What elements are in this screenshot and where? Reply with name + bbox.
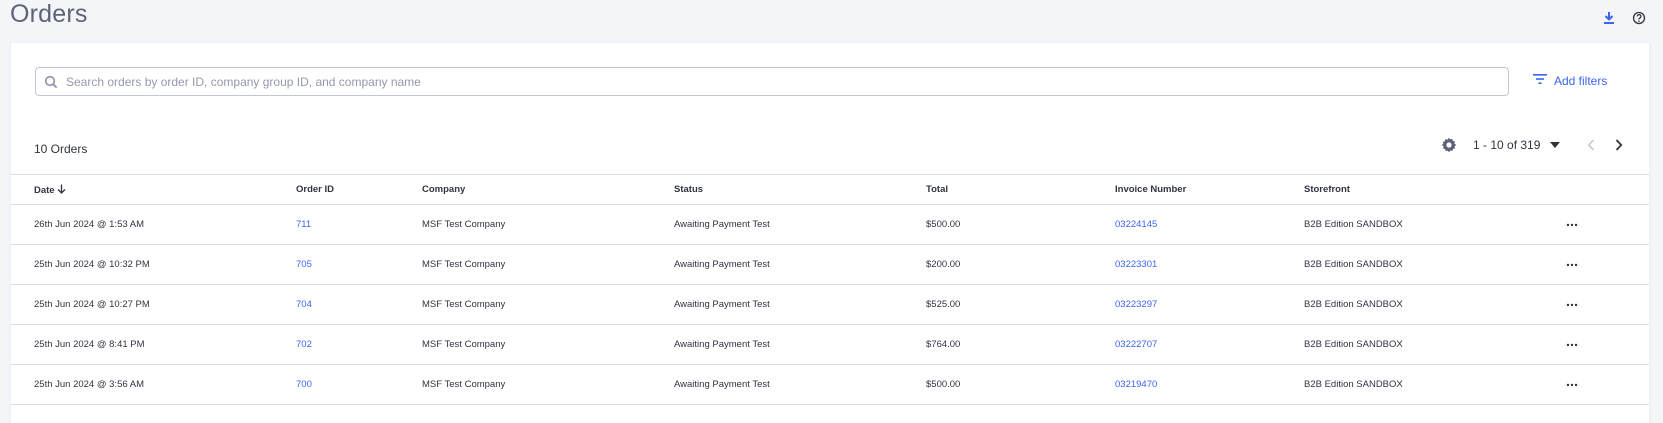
- storefront-name: B2B Edition SANDBOX: [1304, 339, 1403, 350]
- company-name: MSF Test Company: [422, 379, 506, 390]
- storefront-name: B2B Edition SANDBOX: [1304, 299, 1403, 310]
- next-page-icon[interactable]: [1612, 139, 1626, 151]
- pagination: 1 - 10 of 319: [1439, 135, 1626, 155]
- order-id-link[interactable]: 705: [296, 259, 312, 270]
- order-status: Awaiting Payment Test: [674, 219, 770, 230]
- order-status: Awaiting Payment Test: [674, 339, 770, 350]
- column-header-invoice[interactable]: Invoice Number: [1115, 184, 1186, 195]
- order-id-link[interactable]: 702: [296, 339, 312, 350]
- order-status: Awaiting Payment Test: [674, 299, 770, 310]
- table-row: 25th Jun 2024 @ 3:56 AM 700 MSF Test Com…: [11, 365, 1649, 405]
- order-total: $500.00: [926, 379, 961, 390]
- order-id-link[interactable]: 704: [296, 299, 312, 310]
- more-actions-icon[interactable]: [1565, 299, 1579, 311]
- order-date: 25th Jun 2024 @ 10:27 PM: [34, 299, 150, 310]
- order-total: $200.00: [926, 259, 961, 270]
- company-name: MSF Test Company: [422, 299, 506, 310]
- column-header-date[interactable]: Date: [34, 184, 66, 197]
- company-name: MSF Test Company: [422, 339, 506, 350]
- order-id-link[interactable]: 700: [296, 379, 312, 390]
- table-row: 26th Jun 2024 @ 1:53 AM 711 MSF Test Com…: [11, 205, 1649, 245]
- download-icon[interactable]: [1599, 8, 1619, 28]
- order-total: $764.00: [926, 339, 961, 350]
- storefront-name: B2B Edition SANDBOX: [1304, 259, 1403, 270]
- more-actions-icon[interactable]: [1565, 379, 1579, 391]
- search-input[interactable]: [66, 68, 1508, 95]
- column-header-company[interactable]: Company: [422, 184, 465, 195]
- column-header-storefront[interactable]: Storefront: [1304, 184, 1350, 195]
- table-row: 25th Jun 2024 @ 10:32 PM 705 MSF Test Co…: [11, 245, 1649, 285]
- table-row: 25th Jun 2024 @ 10:27 PM 704 MSF Test Co…: [11, 285, 1649, 325]
- column-header-status[interactable]: Status: [674, 184, 703, 195]
- order-date: 25th Jun 2024 @ 3:56 AM: [34, 379, 144, 390]
- more-actions-icon[interactable]: [1565, 339, 1579, 351]
- company-name: MSF Test Company: [422, 219, 506, 230]
- order-status: Awaiting Payment Test: [674, 259, 770, 270]
- table-header: Date Order ID Company Status Total Invoi…: [11, 174, 1649, 205]
- search-bar[interactable]: [35, 67, 1509, 96]
- header-actions: [1599, 8, 1649, 28]
- order-total: $525.00: [926, 299, 961, 310]
- add-filters-button[interactable]: Add filters: [1533, 73, 1607, 88]
- order-status: Awaiting Payment Test: [674, 379, 770, 390]
- column-header-order-id[interactable]: Order ID: [296, 184, 334, 195]
- orders-panel: Add filters 10 Orders 1 - 10 of 319 Date: [11, 43, 1649, 423]
- orders-count: 10 Orders: [34, 142, 88, 156]
- storefront-name: B2B Edition SANDBOX: [1304, 219, 1403, 230]
- order-total: $500.00: [926, 219, 961, 230]
- orders-table: Date Order ID Company Status Total Invoi…: [11, 174, 1649, 405]
- page-title: Orders: [10, 0, 88, 28]
- invoice-link[interactable]: 03224145: [1115, 219, 1157, 230]
- pagination-range: 1 - 10 of 319: [1473, 138, 1541, 152]
- invoice-link[interactable]: 03223301: [1115, 259, 1157, 270]
- filter-icon: [1533, 73, 1547, 88]
- gear-icon[interactable]: [1439, 135, 1459, 155]
- column-header-total[interactable]: Total: [926, 184, 948, 195]
- add-filters-label: Add filters: [1554, 73, 1608, 88]
- order-date: 25th Jun 2024 @ 10:32 PM: [34, 259, 150, 270]
- chevron-down-icon[interactable]: [1548, 142, 1562, 148]
- more-actions-icon[interactable]: [1565, 219, 1579, 231]
- search-icon: [36, 75, 66, 89]
- company-name: MSF Test Company: [422, 259, 506, 270]
- more-actions-icon[interactable]: [1565, 259, 1579, 271]
- order-date: 26th Jun 2024 @ 1:53 AM: [34, 219, 144, 230]
- column-header-label: Date: [34, 185, 55, 196]
- sort-descending-icon: [57, 184, 66, 197]
- order-date: 25th Jun 2024 @ 8:41 PM: [34, 339, 145, 350]
- order-id-link[interactable]: 711: [296, 219, 311, 230]
- invoice-link[interactable]: 03223297: [1115, 299, 1157, 310]
- invoice-link[interactable]: 03219470: [1115, 379, 1157, 390]
- storefront-name: B2B Edition SANDBOX: [1304, 379, 1403, 390]
- prev-page-icon[interactable]: [1584, 139, 1598, 151]
- table-row: 25th Jun 2024 @ 8:41 PM 702 MSF Test Com…: [11, 325, 1649, 365]
- help-icon[interactable]: [1629, 8, 1649, 28]
- invoice-link[interactable]: 03222707: [1115, 339, 1157, 350]
